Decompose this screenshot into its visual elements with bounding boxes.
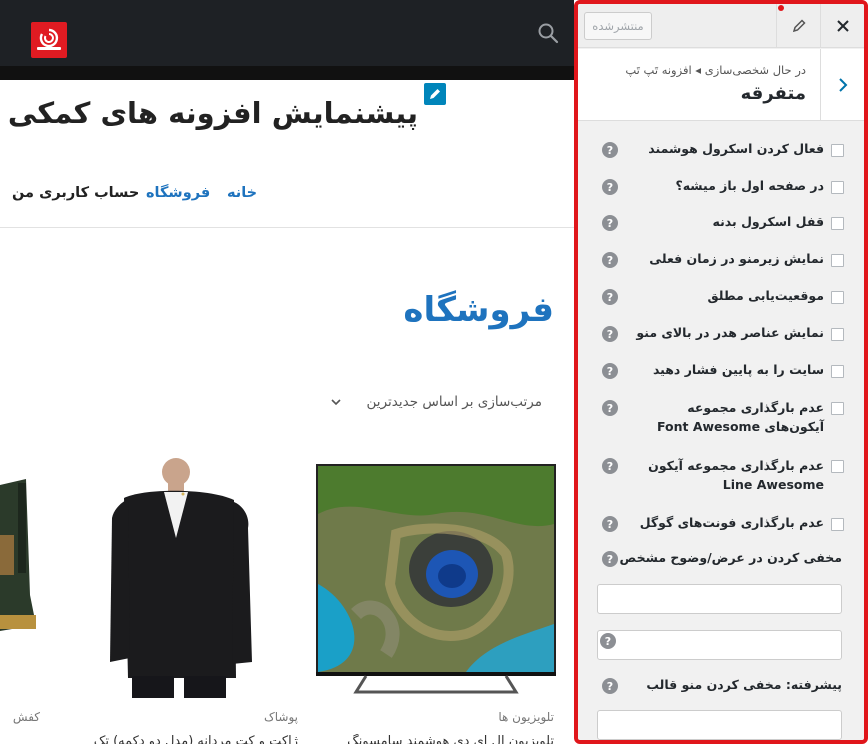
- nav-item-shop[interactable]: فروشگاه: [146, 185, 210, 201]
- tv-picture: [316, 464, 556, 694]
- option-label[interactable]: عدم بارگذاری مجموعه آیکون‌های Font Aweso…: [628, 398, 824, 436]
- boot-picture: [0, 479, 36, 631]
- help-icon[interactable]: ?: [602, 678, 618, 694]
- help-icon[interactable]: ?: [602, 289, 618, 305]
- checkbox[interactable]: [831, 365, 844, 378]
- option-label[interactable]: عدم بارگذاری فونت‌های گوگل: [640, 515, 824, 530]
- chevron-right-icon: [838, 78, 847, 92]
- product-category[interactable]: تلویزیون ها: [470, 710, 554, 724]
- header-bottom-bar: [0, 66, 574, 80]
- nav-item-home[interactable]: خانه: [227, 185, 257, 201]
- checkbox[interactable]: [831, 181, 844, 194]
- help-icon[interactable]: ?: [602, 326, 618, 342]
- sort-select[interactable]: مرتب‌سازی بر اساس جدیدترین: [330, 394, 542, 410]
- close-button[interactable]: [820, 4, 864, 48]
- option-label: پیشرفته: مخفی کردن منو قالب: [646, 677, 842, 692]
- section-title: متفرقه: [740, 83, 806, 104]
- close-icon: [836, 20, 849, 32]
- checkbox[interactable]: [831, 217, 844, 230]
- help-icon[interactable]: ?: [602, 551, 618, 567]
- checkbox[interactable]: [831, 460, 844, 473]
- site-title-container: پیشنمایش افزونه های کمکی سایت: [0, 90, 418, 140]
- help-icon[interactable]: ?: [602, 142, 618, 158]
- help-icon[interactable]: ?: [602, 215, 618, 231]
- help-icon[interactable]: ?: [602, 363, 618, 379]
- help-icon[interactable]: ?: [602, 252, 618, 268]
- option-label[interactable]: در صفحه اول باز میشه؟: [675, 178, 824, 193]
- unsaved-indicator: [778, 5, 784, 11]
- option-label[interactable]: نمایش عناصر هدر در بالای منو: [636, 325, 824, 340]
- nav-item-account[interactable]: حساب کاربری من: [12, 185, 139, 201]
- logo-mark-icon: [37, 28, 61, 50]
- checkbox[interactable]: [831, 328, 844, 341]
- product-title[interactable]: ژاکت و کت مردانه (مدل دو دکمه) تک: [64, 734, 298, 744]
- help-icon[interactable]: ?: [602, 458, 618, 474]
- section-header: در حال شخصی‌سازی ◂ افزونه تَپ تَپ متفرقه: [578, 49, 864, 121]
- option-label[interactable]: سایت را به پایین فشار دهید: [653, 362, 824, 377]
- back-button[interactable]: [820, 49, 864, 121]
- checkbox[interactable]: [831, 402, 844, 415]
- suit-picture: [110, 458, 252, 698]
- option-label[interactable]: قفل اسکرول بدنه: [713, 214, 824, 229]
- product-image-suit[interactable]: [104, 458, 256, 698]
- publish-button[interactable]: منتشرشده: [584, 12, 652, 40]
- product-image-tv[interactable]: [316, 464, 556, 696]
- customize-edit-button[interactable]: [776, 4, 820, 48]
- option-label[interactable]: موقعیت‌یابی مطلق: [707, 288, 824, 303]
- product-category[interactable]: کفش: [0, 710, 40, 724]
- checkbox[interactable]: [831, 144, 844, 157]
- nav-divider: [0, 227, 574, 228]
- option-label[interactable]: عدم بارگذاری مجموعه آیکون Line Awesome: [628, 456, 824, 494]
- help-icon[interactable]: ?: [602, 179, 618, 195]
- option-label: مخفی کردن در عرض/وضوح مشخص: [619, 550, 842, 565]
- product-title[interactable]: تلویزیون ال ای دی هوشمند سامسونگ: [330, 734, 554, 744]
- site-preview: پیشنمایش افزونه های کمکی سایت خانه فروشگ…: [0, 0, 574, 744]
- pencil-icon: [430, 89, 440, 99]
- brush-icon: [792, 19, 806, 33]
- search-icon[interactable]: [537, 22, 559, 44]
- option-label[interactable]: فعال کردن اسکرول هوشمند: [648, 141, 824, 156]
- page-title: فروشگاه: [403, 290, 554, 330]
- theme-menu-selector-input[interactable]: [597, 710, 842, 740]
- edit-shortcut-button[interactable]: [424, 83, 446, 105]
- site-title[interactable]: پیشنمایش افزونه های کمکی سایت: [0, 96, 418, 130]
- chevron-down-icon[interactable]: [330, 396, 342, 408]
- site-header: [0, 0, 574, 66]
- checkbox[interactable]: [831, 518, 844, 531]
- checkbox[interactable]: [831, 291, 844, 304]
- help-icon[interactable]: ?: [600, 633, 616, 649]
- help-icon[interactable]: ?: [602, 400, 618, 416]
- site-logo[interactable]: [31, 22, 67, 58]
- checkbox[interactable]: [831, 254, 844, 267]
- product-category[interactable]: پوشاک: [230, 710, 298, 724]
- breadcrumb: در حال شخصی‌سازی ◂ افزونه تَپ تَپ: [625, 63, 806, 77]
- hide-height-input[interactable]: ?: [597, 630, 842, 660]
- hide-width-input[interactable]: [597, 584, 842, 614]
- customizer-panel: منتشرشده در حال شخصی‌سازی ◂ افزونه تَپ ت…: [574, 0, 868, 744]
- customizer-header: منتشرشده: [578, 4, 864, 48]
- product-image-boot[interactable]: [0, 475, 40, 635]
- option-label[interactable]: نمایش زیرمنو در زمان فعلی: [649, 251, 824, 266]
- help-icon[interactable]: ?: [602, 516, 618, 532]
